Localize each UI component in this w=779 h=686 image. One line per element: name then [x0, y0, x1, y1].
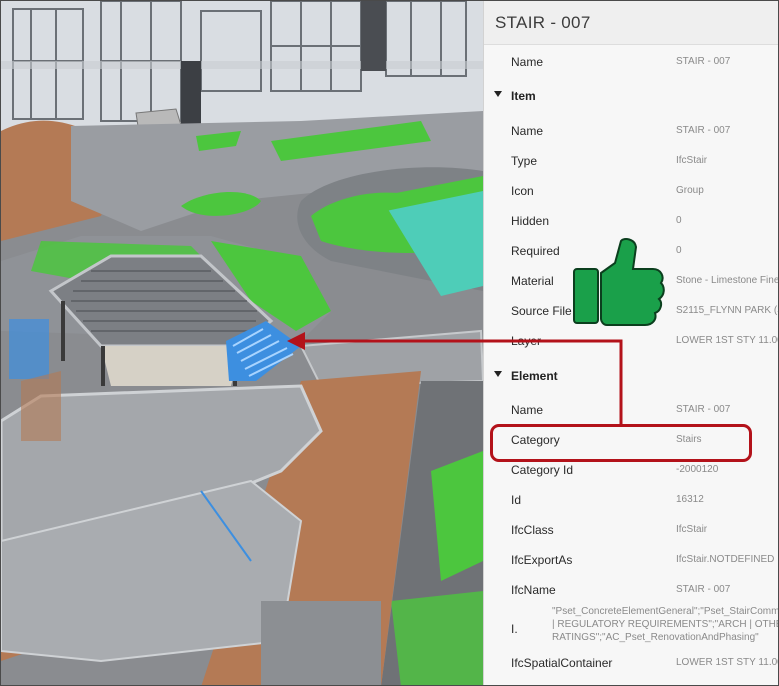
property-key: IfcExportAs — [511, 553, 573, 567]
property-key: Category — [511, 433, 560, 447]
section-label[interactable]: Item — [511, 89, 536, 103]
property-row: Required 0 — [484, 237, 778, 267]
property-key: IfcName — [511, 583, 556, 597]
property-row: Name STAIR - 007 — [484, 396, 778, 426]
screenshot-frame: STAIR - 007 Name STAIR - 007 Item Name S… — [0, 0, 779, 686]
property-value: IfcStair — [676, 155, 708, 166]
property-key: Required — [511, 244, 560, 258]
property-value: Stairs — [676, 434, 702, 445]
property-key: IfcSpatialContainer — [511, 656, 613, 670]
property-row: Category Id -2000120 — [484, 456, 778, 486]
property-row: IfcExportAs IfcStair.NOTDEFINED — [484, 546, 778, 576]
property-key: Material — [511, 274, 554, 288]
property-value: STAIR - 007 — [676, 125, 731, 136]
property-row: IfcSpatialContainer LOWER 1ST STY 11.00 … — [484, 649, 778, 679]
property-value-line: "Pset_ConcreteElementGeneral";"Pset_Stai… — [552, 606, 779, 617]
property-key: Source File — [511, 304, 572, 318]
property-key: Hidden — [511, 214, 550, 228]
property-row: Type IfcStair — [484, 147, 778, 177]
properties-panel: STAIR - 007 Name STAIR - 007 Item Name S… — [483, 1, 779, 685]
property-value: IfcStair — [676, 524, 708, 535]
property-value: Stone - Limestone Fine — [676, 275, 779, 286]
property-value: STAIR - 007 — [676, 584, 731, 595]
property-key: IfcClass — [511, 523, 554, 537]
property-key: Id — [511, 493, 522, 507]
property-row: Source File S2115_FLYNN PARK (SA — [484, 297, 778, 327]
property-row-name: Name STAIR - 007 — [484, 48, 778, 78]
property-key: Name — [511, 403, 544, 417]
property-key: Layer — [511, 334, 542, 348]
property-value-line: | REGULATORY REQUIREMENTS";"ARCH | OTHER… — [552, 619, 779, 630]
property-value: 0 — [676, 245, 682, 256]
section-item-header[interactable]: Item — [484, 83, 778, 111]
property-value: Group — [676, 185, 704, 196]
property-row: IfcClass IfcStair — [484, 516, 778, 546]
property-row: Hidden 0 — [484, 207, 778, 237]
property-value: 0 — [676, 215, 682, 226]
panel-header: STAIR - 007 — [484, 1, 778, 45]
caret-down-icon[interactable] — [494, 91, 502, 97]
property-key: Name — [511, 55, 544, 69]
property-value: LOWER 1ST STY 11.00 F — [676, 657, 778, 668]
property-value: IfcStair.NOTDEFINED — [676, 554, 775, 565]
section-label[interactable]: Element — [511, 369, 558, 383]
property-value: STAIR - 007 — [676, 56, 731, 67]
property-row: Layer LOWER 1ST STY 11.00 F — [484, 327, 778, 357]
property-key: I. — [511, 622, 518, 636]
section-element-header[interactable]: Element — [484, 363, 778, 391]
property-value-line: RATINGS";"AC_Pset_RenovationAndPhasing" — [552, 632, 759, 643]
caret-down-icon[interactable] — [494, 371, 502, 377]
property-key: Name — [511, 124, 544, 138]
property-value: STAIR - 007 — [676, 404, 731, 415]
property-value: S2115_FLYNN PARK (SA — [676, 305, 778, 316]
property-row: Material Stone - Limestone Fine — [484, 267, 779, 297]
property-value-lines: "Pset_ConcreteElementGeneral";"Pset_Stai… — [552, 605, 779, 644]
property-key: Icon — [511, 184, 534, 198]
property-row: Name STAIR - 007 — [484, 117, 778, 147]
model-scene[interactable] — [1, 1, 483, 686]
property-value: LOWER 1ST STY 11.00 F — [676, 335, 778, 346]
property-row-category: Category Stairs — [484, 426, 778, 456]
property-row: Id 16312 — [484, 486, 778, 516]
property-row: Icon Group — [484, 177, 778, 207]
panel-title: STAIR - 007 — [495, 13, 591, 32]
property-key: Type — [511, 154, 538, 168]
model-viewport[interactable] — [1, 1, 483, 686]
property-key: Category Id — [511, 463, 574, 477]
property-row-multiline: I. "Pset_ConcreteElementGeneral";"Pset_S… — [484, 599, 779, 653]
property-value: 16312 — [676, 494, 704, 505]
property-value: -2000120 — [676, 464, 719, 475]
